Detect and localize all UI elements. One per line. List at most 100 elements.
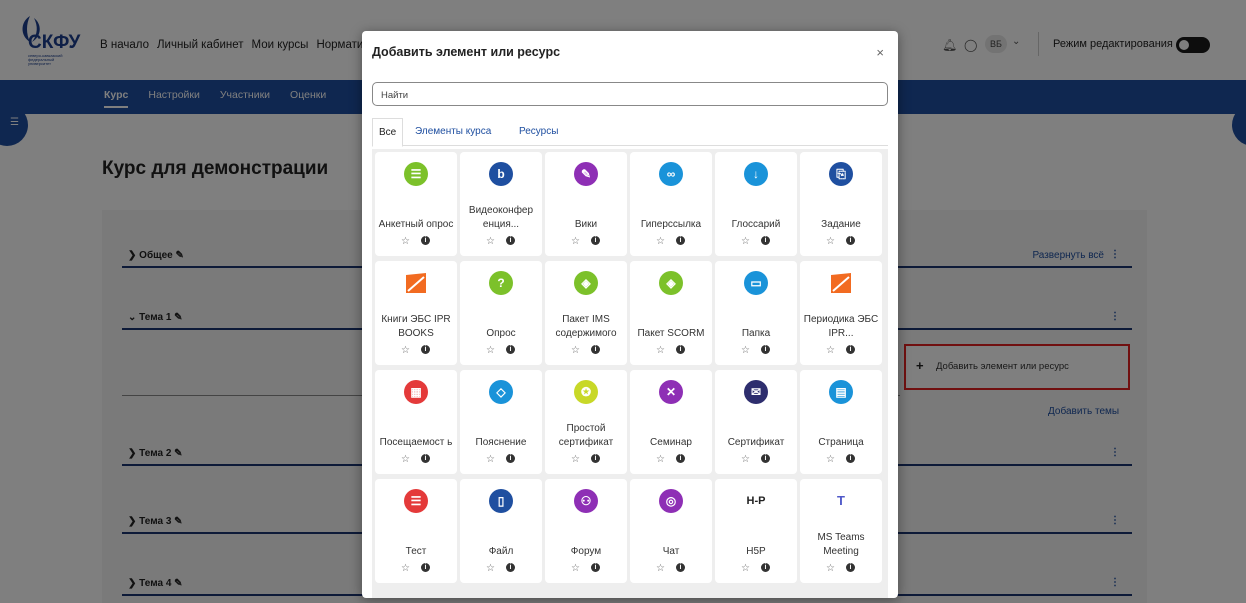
tab-resources[interactable]: Ресурсы (519, 126, 558, 137)
activity-card[interactable]: ▯ Файл ☆ i (460, 479, 542, 583)
activity-card[interactable]: Книги ЭБС IPR BOOKS ☆ i (375, 261, 457, 365)
activity-card[interactable]: Периодика ЭБС IPR... ☆ i (800, 261, 882, 365)
activity-card[interactable]: ∞ Гиперссылка ☆ i (630, 152, 712, 256)
activity-card[interactable]: ◇ Пояснение ☆ i (460, 370, 542, 474)
star-favourite-icon[interactable]: ☆ (486, 454, 495, 465)
activity-name: Периодика ЭБС IPR... (803, 314, 879, 339)
file-icon: ▯ (489, 489, 513, 513)
activity-name: Анкетный опрос (378, 219, 454, 230)
activity-card[interactable]: ☰ Тест ☆ i (375, 479, 457, 583)
info-icon[interactable]: i (761, 563, 770, 572)
star-favourite-icon[interactable]: ☆ (571, 454, 580, 465)
tab-all[interactable]: Все (372, 118, 404, 147)
iprbooks-icon (404, 271, 428, 295)
info-icon[interactable]: i (761, 345, 770, 354)
activity-card[interactable]: ✉ Сертификат ☆ i (715, 370, 797, 474)
info-icon[interactable]: i (676, 236, 685, 245)
info-icon[interactable]: i (846, 454, 855, 463)
activity-card[interactable]: ✎ Вики ☆ i (545, 152, 627, 256)
info-icon[interactable]: i (421, 563, 430, 572)
activity-card[interactable]: H-P H5P ☆ i (715, 479, 797, 583)
star-favourite-icon[interactable]: ☆ (826, 454, 835, 465)
activity-name: Файл (488, 546, 514, 557)
star-favourite-icon[interactable]: ☆ (486, 345, 495, 356)
activity-card[interactable]: ✕ Семинар ☆ i (630, 370, 712, 474)
star-favourite-icon[interactable]: ☆ (571, 563, 580, 574)
star-favourite-icon[interactable]: ☆ (571, 236, 580, 247)
activity-card[interactable]: ✪ Простой сертификат ☆ i (545, 370, 627, 474)
workshop-tools-icon: ✕ (659, 380, 683, 404)
activity-name: Семинар (650, 437, 692, 448)
star-favourite-icon[interactable]: ☆ (571, 345, 580, 356)
activity-name: Тест (405, 546, 427, 557)
activity-card[interactable]: ⚇ Форум ☆ i (545, 479, 627, 583)
info-icon[interactable]: i (761, 236, 770, 245)
info-icon[interactable]: i (761, 454, 770, 463)
info-icon[interactable]: i (591, 345, 600, 354)
activity-card[interactable]: ◈ Пакет SCORM ☆ i (630, 261, 712, 365)
activity-name: Страница (818, 437, 864, 448)
forum-icon: ⚇ (574, 489, 598, 513)
star-favourite-icon[interactable]: ☆ (401, 454, 410, 465)
info-icon[interactable]: i (846, 236, 855, 245)
activity-card[interactable]: ◎ Чат ☆ i (630, 479, 712, 583)
search-input[interactable]: Найти (372, 82, 888, 106)
glossary-sort-icon: ↓ (744, 162, 768, 186)
info-icon[interactable]: i (506, 454, 515, 463)
star-favourite-icon[interactable]: ☆ (741, 345, 750, 356)
activity-card[interactable]: ◈ Пакет IMS содержимого ☆ i (545, 261, 627, 365)
star-favourite-icon[interactable]: ☆ (741, 454, 750, 465)
activity-card[interactable]: b Видеоконфер енция... ☆ i (460, 152, 542, 256)
info-icon[interactable]: i (506, 563, 515, 572)
info-icon[interactable]: i (506, 236, 515, 245)
info-icon[interactable]: i (676, 345, 685, 354)
activity-name: Папка (741, 328, 771, 339)
info-icon[interactable]: i (676, 563, 685, 572)
info-icon[interactable]: i (421, 345, 430, 354)
info-icon[interactable]: i (676, 454, 685, 463)
activity-card[interactable]: ▭ Папка ☆ i (715, 261, 797, 365)
info-icon[interactable]: i (506, 345, 515, 354)
label-tag-icon: ◇ (489, 380, 513, 404)
star-favourite-icon[interactable]: ☆ (826, 563, 835, 574)
activity-name: Книги ЭБС IPR BOOKS (381, 314, 451, 339)
info-icon[interactable]: i (421, 236, 430, 245)
activity-card[interactable]: ▦ Посещаемост ь ☆ i (375, 370, 457, 474)
info-icon[interactable]: i (421, 454, 430, 463)
ims-package-icon: ◈ (574, 271, 598, 295)
activity-card[interactable]: ☰ Анкетный опрос ☆ i (375, 152, 457, 256)
star-favourite-icon[interactable]: ☆ (656, 236, 665, 247)
info-icon[interactable]: i (591, 454, 600, 463)
close-icon[interactable]: × (876, 45, 884, 60)
activity-card[interactable]: ⎘ Задание ☆ i (800, 152, 882, 256)
activity-name: Пакет SCORM (637, 328, 705, 339)
h5p-icon: H-P (744, 489, 768, 513)
info-icon[interactable]: i (591, 563, 600, 572)
info-icon[interactable]: i (591, 236, 600, 245)
info-icon[interactable]: i (846, 345, 855, 354)
star-favourite-icon[interactable]: ☆ (401, 345, 410, 356)
star-favourite-icon[interactable]: ☆ (826, 236, 835, 247)
info-icon[interactable]: i (846, 563, 855, 572)
activity-card[interactable]: ↓ Глоссарий ☆ i (715, 152, 797, 256)
activity-card[interactable]: ? Опрос ☆ i (460, 261, 542, 365)
modal-tabs: Все Элементы курса Ресурсы (372, 118, 888, 147)
star-favourite-icon[interactable]: ☆ (741, 563, 750, 574)
page-icon: ▤ (829, 380, 853, 404)
activity-name: Форум (570, 546, 602, 557)
list-icon: ☰ (404, 162, 428, 186)
star-favourite-icon[interactable]: ☆ (401, 563, 410, 574)
star-favourite-icon[interactable]: ☆ (656, 454, 665, 465)
tab-activities[interactable]: Элементы курса (415, 126, 491, 137)
activity-name: H5P (746, 546, 766, 557)
activity-card[interactable]: T MS Teams Meeting ☆ i (800, 479, 882, 583)
star-favourite-icon[interactable]: ☆ (486, 236, 495, 247)
star-favourite-icon[interactable]: ☆ (656, 563, 665, 574)
activity-card[interactable]: ▤ Страница ☆ i (800, 370, 882, 474)
star-favourite-icon[interactable]: ☆ (401, 236, 410, 247)
star-favourite-icon[interactable]: ☆ (826, 345, 835, 356)
attendance-icon: ▦ (404, 380, 428, 404)
star-favourite-icon[interactable]: ☆ (741, 236, 750, 247)
star-favourite-icon[interactable]: ☆ (656, 345, 665, 356)
star-favourite-icon[interactable]: ☆ (486, 563, 495, 574)
